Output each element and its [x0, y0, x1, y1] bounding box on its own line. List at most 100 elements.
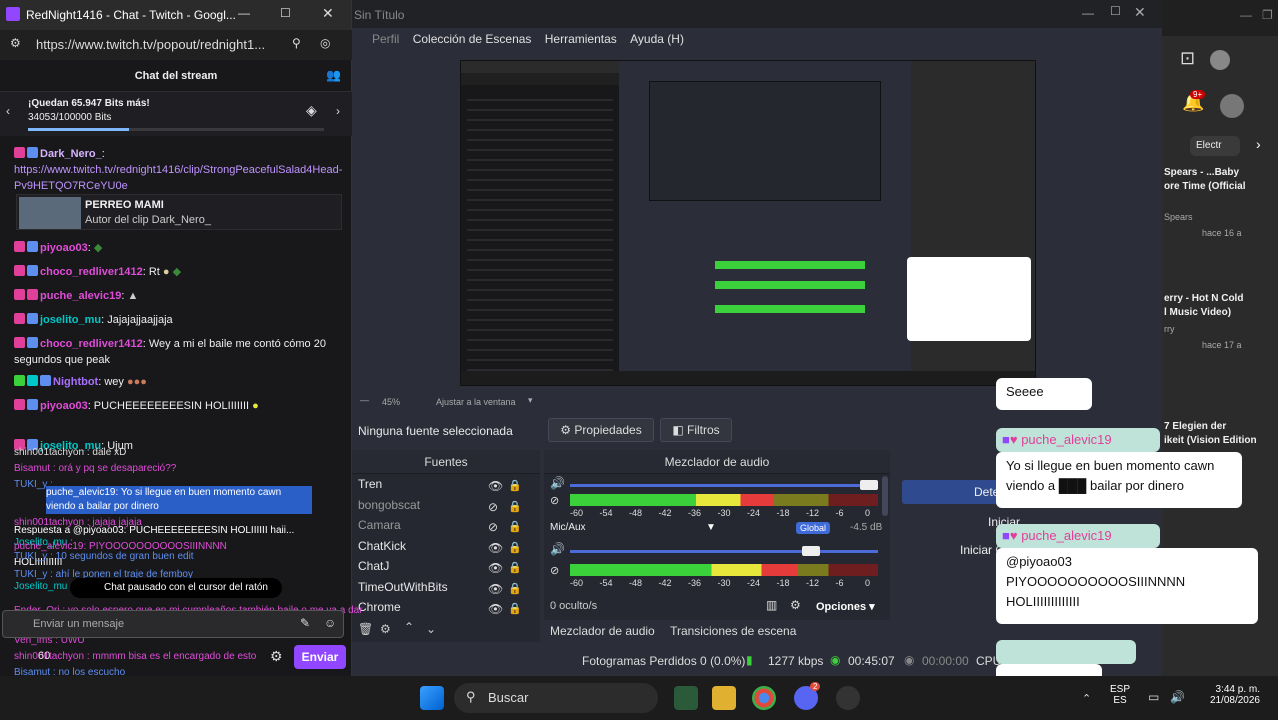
account-avatar[interactable] [1220, 94, 1244, 118]
record-time: 00:00:00 [922, 654, 969, 668]
mute-icon[interactable]: ⊘ [550, 494, 559, 507]
menu-profile[interactable]: Perfil [372, 32, 399, 46]
volume-slider-1[interactable] [570, 480, 878, 490]
zoom-out-icon[interactable]: — [360, 395, 369, 405]
volume-icon[interactable]: 🔊 [1170, 690, 1185, 704]
restore-icon[interactable]: ❐ [1262, 8, 1273, 22]
tab-electronic[interactable]: Electr [1190, 136, 1240, 156]
menu-help[interactable]: Ayuda (H) [630, 32, 684, 46]
close-icon[interactable]: ✕ [1134, 4, 1146, 21]
lock-icon[interactable]: 🔒 [508, 538, 522, 558]
gear-icon[interactable]: ⚙ [270, 648, 283, 665]
bits-progress: 34053/100000 Bits [28, 112, 112, 123]
source-item[interactable]: ChatKick 👁 🔒 [352, 536, 534, 556]
video-title-2[interactable]: erry - Hot N Cold l Music Video) [1164, 292, 1276, 320]
lock-icon[interactable]: 🔒 [508, 497, 522, 517]
menu-tools[interactable]: Herramientas [545, 32, 617, 46]
lock-icon[interactable]: 🔒 [508, 517, 522, 537]
language-indicator[interactable]: ESP ES [1110, 684, 1130, 706]
emote-icon[interactable]: ☺ [324, 616, 336, 630]
eye-off-icon[interactable]: ◎ [320, 36, 330, 50]
chrome-icon[interactable] [752, 686, 776, 710]
lock-icon[interactable]: 🔒 [508, 476, 522, 496]
minimize-icon[interactable]: — [1082, 6, 1094, 20]
mixer-scrollbar[interactable] [882, 476, 888, 516]
meter-tick: -12 [806, 508, 820, 518]
avatar[interactable] [1210, 50, 1230, 70]
maximize-icon[interactable]: ☐ [280, 6, 291, 20]
source-item[interactable]: Tren 👁 🔒 [352, 474, 534, 494]
maximize-icon[interactable]: ☐ [1110, 4, 1121, 18]
eye-icon[interactable]: 👁 [488, 579, 503, 599]
eye-icon[interactable]: 👁 [488, 476, 503, 496]
tab-audio-mixer[interactable]: Mezclador de audio [550, 624, 655, 638]
start-icon[interactable] [420, 686, 444, 710]
chevron-right-icon[interactable]: › [336, 104, 340, 118]
source-item[interactable]: bongobscat ⊘ 🔒 [352, 495, 534, 515]
db-value: -4.5 dB [850, 522, 883, 533]
meter-tick: -36 [688, 508, 702, 518]
gear-icon[interactable]: ⚙ [790, 598, 801, 612]
clip-card[interactable]: PERREO MAMI Autor del clip Dark_Nero_ [16, 194, 342, 230]
mute-icon[interactable]: ⊘ [550, 564, 559, 577]
lock-icon[interactable]: 🔒 [508, 599, 522, 619]
magic-icon[interactable]: ✎ [300, 616, 310, 630]
bitrate: 1277 kbps [768, 654, 824, 668]
lock-icon[interactable]: 🔒 [508, 558, 522, 578]
options-button[interactable]: Opciones ▾ [816, 600, 875, 613]
gear-icon[interactable]: ⚙ [380, 622, 391, 636]
source-item[interactable]: Camara ⊘ 🔒 [352, 515, 534, 535]
apps-icon[interactable]: ⊡ [1180, 48, 1195, 69]
speaker-icon[interactable]: 🔊 [550, 542, 565, 556]
users-icon[interactable]: 👥 [326, 68, 341, 82]
filters-button[interactable]: ◧ Filtros [660, 418, 732, 442]
clip-author: Autor del clip Dark_Nero_ [85, 214, 211, 226]
obs-icon[interactable] [836, 686, 860, 710]
volume-slider-2[interactable] [570, 546, 878, 556]
dropped-frames: Fotogramas Perdidos 0 (0.0%) [582, 654, 746, 668]
source-item[interactable]: ChatJ 👁 🔒 [352, 556, 534, 576]
chevron-left-icon[interactable]: ‹ [6, 104, 10, 118]
chevron-down-icon[interactable]: ⌄ [426, 622, 436, 636]
menu-scene-collection[interactable]: Colección de Escenas [413, 32, 532, 46]
zoom-icon[interactable]: ⚲ [292, 36, 301, 50]
close-icon[interactable]: ✕ [322, 5, 334, 22]
site-settings-icon[interactable]: ⚙ [10, 36, 21, 50]
minimize-icon[interactable]: — [238, 6, 250, 20]
clock[interactable]: 3:44 p. m. 21/08/2026 [1200, 684, 1260, 706]
eye-off-icon[interactable]: ⊘ [488, 497, 498, 517]
eye-icon[interactable]: 👁 [488, 558, 503, 578]
chat-paused-banner[interactable]: Chat pausado con el cursor del ratón [70, 578, 282, 598]
tab-scene-transitions[interactable]: Transiciones de escena [670, 624, 796, 638]
video-channel-2[interactable]: rry [1164, 324, 1175, 334]
chevron-down-icon[interactable]: ▾ [528, 395, 533, 406]
properties-button[interactable]: ⚙ Propiedades [548, 418, 654, 442]
chevron-down-icon[interactable]: ▼ [706, 522, 716, 533]
eye-icon[interactable]: 👁 [488, 599, 503, 619]
chevron-right-icon[interactable]: › [1256, 136, 1261, 152]
minimize-icon[interactable]: — [1240, 8, 1252, 22]
speaker-icon[interactable]: 🔊 [550, 476, 565, 490]
source-item[interactable]: TimeOutWithBits 👁 🔒 [352, 577, 534, 597]
send-button[interactable]: Enviar [294, 645, 346, 669]
search-box[interactable]: Buscar [454, 683, 658, 713]
chat-input[interactable]: Enviar un mensaje [2, 610, 344, 638]
meter-tick: -54 [599, 508, 613, 518]
pause-icon[interactable]: ▥ [766, 598, 777, 612]
clip-link[interactable]: https://www.twitch.tv/rednight1416/clip/… [14, 162, 344, 194]
video-title-1[interactable]: Spears - ...Baby ore Time (Official [1164, 166, 1276, 194]
video-channel-1[interactable]: Spears [1164, 212, 1193, 222]
eye-icon[interactable]: 👁 [488, 538, 503, 558]
video-title-3[interactable]: 7 Elegien der ikeit (Vision Edition [1164, 420, 1276, 448]
source-item[interactable]: Chrome 👁 🔒 [352, 597, 534, 617]
scene-preview[interactable] [460, 60, 1036, 386]
meter-tick: -6 [835, 578, 844, 588]
chevron-up-icon[interactable]: ⌃ [404, 620, 414, 634]
network-icon[interactable]: ▭ [1148, 690, 1159, 704]
folder-icon[interactable] [712, 686, 736, 710]
eye-off-icon[interactable]: ⊘ [488, 517, 498, 537]
chevron-up-icon[interactable]: ⌃ [1082, 692, 1091, 705]
app-icon[interactable] [674, 686, 698, 710]
lock-icon[interactable]: 🔒 [508, 579, 522, 599]
fit-window-button[interactable]: Ajustar a la ventana [436, 397, 516, 407]
